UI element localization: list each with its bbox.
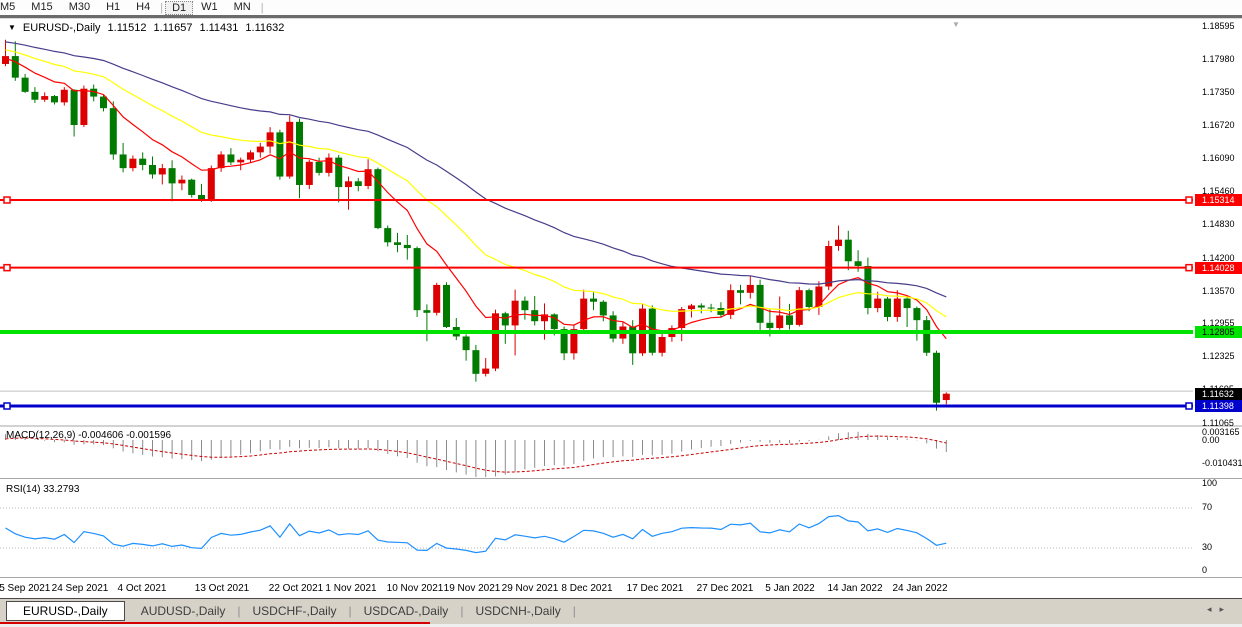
chart-tabbar: EURUSD-,DailyAUDUSD-,Daily | USDCHF-,Daily… (0, 598, 1242, 624)
date-tick: 5 Jan 2022 (765, 583, 815, 594)
macd-axis-tick: 0.00 (1202, 435, 1220, 445)
date-tick: 13 Oct 2021 (195, 583, 249, 594)
chart-shift-marker-icon[interactable]: ▼ (952, 20, 960, 29)
date-tick: 17 Dec 2021 (627, 583, 684, 594)
level-price-badge: 1.11398 (1195, 400, 1242, 412)
price-tick: 1.18595 (1202, 21, 1235, 31)
rsi-label: RSI(14) 33.2793 (6, 484, 79, 495)
quote-open: 1.11512 (108, 22, 147, 34)
rsi-axis-tick: 30 (1202, 542, 1212, 552)
mt4-window: M5M15M30H1H4|D1W1MN| ▼ EURUSD-,Daily 1.1… (0, 0, 1242, 627)
date-tick: 8 Dec 2021 (561, 583, 612, 594)
current-price-badge: 1.11632 (1195, 388, 1242, 400)
chart-symbol-title: EURUSD-,Daily (23, 22, 101, 34)
quote-low: 1.11431 (199, 22, 238, 34)
tabs-scroll-right-icon[interactable]: ▸ (1219, 604, 1232, 614)
date-tick: 24 Jan 2022 (892, 583, 947, 594)
date-tick: 19 Nov 2021 (444, 583, 501, 594)
price-tick: 1.16090 (1202, 153, 1235, 163)
level-price-badge: 1.14028 (1195, 262, 1242, 274)
date-tick: 4 Oct 2021 (118, 583, 167, 594)
date-tick: 14 Jan 2022 (827, 583, 882, 594)
chart-tab-audusd[interactable]: AUDUSD-,Daily (129, 602, 238, 620)
chart-tab-usdcnh[interactable]: USDCNH-,Daily (463, 602, 572, 620)
macd-axis-tick: -0.010431 (1202, 458, 1242, 468)
price-tick: 1.16720 (1202, 120, 1235, 130)
date-tick: 15 Sep 2021 (0, 583, 50, 594)
price-tick: 1.12325 (1202, 351, 1235, 361)
tabs-scroll-left-icon[interactable]: ◂ (1207, 604, 1220, 614)
tab-divider: | (573, 604, 576, 618)
chart-collapse-icon[interactable]: ▼ (8, 23, 16, 32)
date-tick: 22 Oct 2021 (269, 583, 323, 594)
date-tick: 27 Dec 2021 (697, 583, 754, 594)
date-tick: 29 Nov 2021 (502, 583, 559, 594)
date-tick: 24 Sep 2021 (52, 583, 109, 594)
macd-label: MACD(12,26,9) -0.004606 -0.001596 (6, 430, 171, 441)
rsi-axis-tick: 0 (1202, 565, 1207, 575)
price-tick: 1.17350 (1202, 87, 1235, 97)
chart-tab-eurusd[interactable]: EURUSD-,Daily (6, 601, 125, 621)
chart-tabs: EURUSD-,DailyAUDUSD-,Daily | USDCHF-,Daily… (6, 599, 576, 622)
price-tick: 1.13570 (1202, 286, 1235, 296)
date-tick: 1 Nov 2021 (325, 583, 376, 594)
level-price-badge: 1.12805 (1195, 326, 1242, 338)
chart-tab-usdchf[interactable]: USDCHF-,Daily (241, 602, 349, 620)
date-tick: 10 Nov 2021 (387, 583, 444, 594)
rsi-axis-tick: 100 (1202, 478, 1217, 488)
chart-canvas[interactable] (0, 0, 1242, 627)
rsi-axis-tick: 70 (1202, 502, 1212, 512)
chart-tab-usdcad[interactable]: USDCAD-,Daily (352, 602, 461, 620)
quote-header: ▼ EURUSD-,Daily 1.11512 1.11657 1.11431 … (8, 22, 284, 34)
price-tick: 1.17980 (1202, 54, 1235, 64)
level-price-badge: 1.15314 (1195, 194, 1242, 206)
price-tick: 1.14830 (1202, 219, 1235, 229)
quote-close: 1.11632 (245, 22, 284, 34)
quote-high: 1.11657 (154, 22, 193, 34)
